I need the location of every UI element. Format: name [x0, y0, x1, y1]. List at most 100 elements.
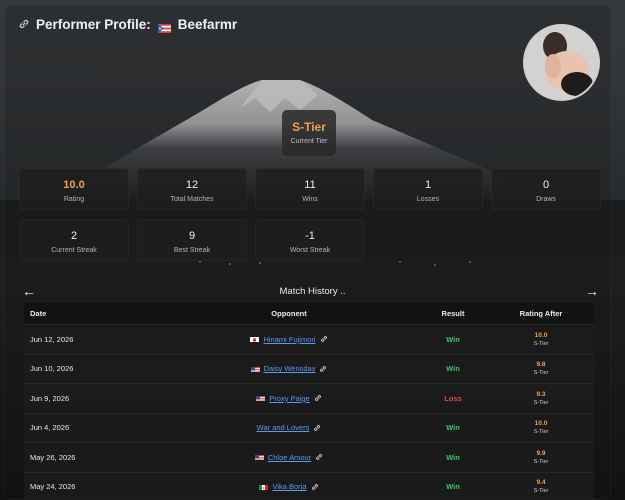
rating-tier: S-Tier [533, 488, 549, 495]
rating-tier: S-Tier [533, 340, 549, 347]
rating-after: 9.8 S-Tier [488, 361, 594, 376]
match-date: Jun 4, 2026 [30, 423, 70, 433]
page-title: Performer Profile: Beefarmr [18, 14, 237, 34]
stat-rating: 10.0 Rating [19, 168, 129, 210]
stat-value: 10.0 [63, 179, 85, 191]
next-page-arrow-icon[interactable]: → [585, 283, 599, 299]
stat-label: Total Matches [170, 196, 214, 203]
stat-label: Current Streak [51, 247, 97, 254]
opponent-cell: Chloe Amour [160, 453, 418, 462]
current-tier-card: S-Tier Current Tier [282, 110, 336, 156]
opponent-link[interactable]: War and Lovers [257, 423, 310, 432]
stat-current-streak: 2 Current Streak [19, 219, 129, 261]
jp-flag-icon [250, 336, 260, 343]
table-row: Jun 10, 2026 Daisy Wensday Win 9.8 S-Tie… [24, 353, 594, 383]
stat-value: 11 [304, 179, 316, 191]
tier-label: Current Tier [290, 138, 328, 145]
link-icon[interactable] [313, 424, 321, 432]
match-history-title: Match History .. [279, 286, 346, 297]
us-flag-icon [256, 395, 266, 402]
stat-label: Best Streak [173, 247, 211, 254]
opponent-link[interactable]: Daisy Wensday [264, 364, 316, 373]
opponent-cell: Hinami Fujimori [160, 335, 418, 344]
match-date: Jun 12, 2026 [30, 334, 74, 344]
opponent-link[interactable]: Chloe Amour [268, 453, 311, 462]
rating-tier: S-Tier [533, 370, 549, 377]
match-result: Win [446, 364, 460, 374]
link-icon[interactable] [315, 453, 323, 461]
rating-value: 9.9 [536, 449, 546, 457]
match-history-table: Date Opponent Result Rating After Jun 12… [24, 303, 594, 500]
stat-label: Losses [416, 196, 440, 203]
stat-label: Draws [536, 196, 556, 203]
link-icon[interactable] [319, 365, 327, 373]
link-icon[interactable] [320, 335, 328, 343]
rating-tier: S-Tier [533, 429, 549, 436]
table-row: May 26, 2026 Chloe Amour Win 9.9 S-Tier [24, 442, 594, 472]
stat-value: 1 [424, 179, 432, 191]
avatar [523, 24, 600, 101]
link-icon[interactable] [311, 483, 319, 491]
mx-flag-icon [259, 484, 269, 490]
stat-value: 0 [542, 179, 550, 191]
stat-best-streak: 9 Best Streak [137, 219, 247, 261]
match-date: Jun 10, 2026 [30, 364, 74, 374]
opponent-cell: Vika Borja [160, 482, 418, 491]
rating-after: 9.3 S-Tier [488, 391, 594, 406]
stat-total-matches: 12 Total Matches [137, 168, 247, 210]
stat-label: Rating [63, 196, 85, 203]
opponent-link[interactable]: Proxy Paige [269, 394, 309, 403]
opponent-link[interactable]: Vika Borja [272, 482, 306, 491]
stat-value: 2 [70, 230, 78, 242]
rating-after: 10.0 S-Tier [488, 332, 594, 347]
stat-value: 9 [188, 230, 196, 242]
table-row: Jun 9, 2026 Proxy Paige Loss 9.3 S-Tier [24, 383, 594, 413]
table-header: Date Opponent Result Rating After [24, 303, 594, 324]
stat-losses: 1 Losses [373, 168, 483, 210]
rating-value: 9.8 [536, 361, 546, 369]
match-date: Jun 9, 2026 [30, 393, 70, 403]
rating-value: 9.3 [536, 390, 546, 398]
rating-value: 10.0 [534, 331, 548, 339]
rating-value: 9.4 [536, 479, 546, 487]
rating-tier: S-Tier [533, 458, 549, 465]
link-icon[interactable] [18, 18, 30, 30]
opponent-cell: Proxy Paige [160, 394, 418, 403]
us-flag-icon [254, 454, 264, 461]
column-opponent: Opponent [271, 309, 307, 318]
column-rating-after: Rating After [519, 309, 563, 318]
stat-label: Worst Streak [289, 247, 331, 254]
tier-name: S-Tier [292, 120, 326, 134]
column-date: Date [30, 309, 47, 318]
title-prefix: Performer Profile: [36, 16, 151, 32]
rating-value: 10.0 [534, 420, 548, 428]
rating-after: 9.4 S-Tier [488, 479, 594, 494]
table-row: May 24, 2026 Vika Borja Win 9.4 S-Tier [24, 471, 594, 500]
column-result: Result [441, 309, 465, 318]
match-result: Win [446, 452, 460, 462]
match-result: Win [446, 423, 460, 433]
stat-draws: 0 Draws [491, 168, 601, 210]
performer-name: Beefarmr [177, 16, 238, 32]
stat-value: 12 [185, 179, 199, 191]
match-result: Win [446, 482, 460, 492]
us-flag-icon [250, 366, 260, 372]
rating-tier: S-Tier [533, 399, 549, 406]
opponent-cell: Daisy Wensday [160, 364, 418, 373]
stat-worst-streak: -1 Worst Streak [255, 219, 365, 261]
stat-label: Wins [302, 196, 318, 203]
table-row: Jun 4, 2026 War and Lovers Win 10.0 S-Ti… [24, 412, 594, 442]
match-result: Loss [444, 393, 462, 403]
opponent-link[interactable]: Hinami Fujimori [263, 335, 315, 344]
puerto-rico-flag-icon [157, 20, 171, 33]
table-row: Jun 12, 2026 Hinami Fujimori Win 10.0 S-… [24, 324, 594, 354]
match-result: Win [446, 334, 460, 344]
rating-after: 10.0 S-Tier [488, 420, 594, 435]
stat-value: -1 [305, 230, 315, 242]
stat-wins: 11 Wins [255, 168, 365, 210]
match-date: May 26, 2026 [30, 452, 76, 462]
rating-after: 9.9 S-Tier [488, 450, 594, 465]
match-date: May 24, 2026 [30, 482, 76, 492]
link-icon[interactable] [314, 394, 322, 402]
opponent-cell: War and Lovers [160, 423, 418, 432]
